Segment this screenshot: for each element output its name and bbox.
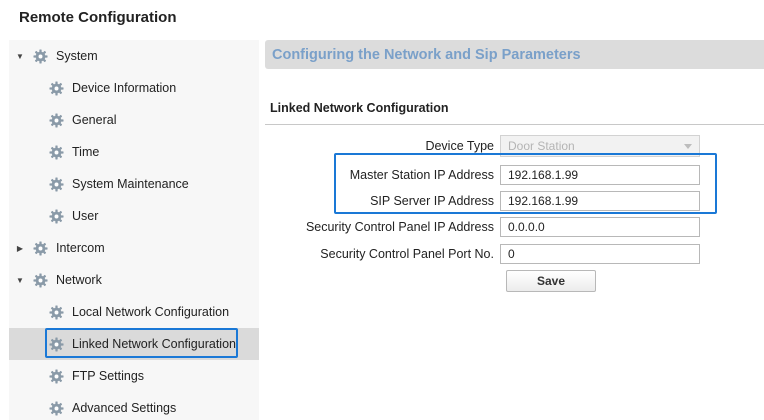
gear-icon [49,144,64,160]
sip-ip-input[interactable] [500,191,700,211]
master-ip-row: Master Station IP Address [270,164,710,186]
master-ip-label: Master Station IP Address [349,168,494,182]
gear-icon [49,80,64,96]
master-ip-input[interactable] [500,165,700,185]
sidebar-tree: ▼ System Device Information General Time… [9,40,259,420]
tree-node-label: Local Network Configuration [72,305,230,319]
page-title: Configuring the Network and Sip Paramete… [272,46,581,63]
gear-icon [49,304,64,320]
tree-node-label: Advanced Settings [72,401,177,415]
device-type-value: Door Station [508,139,575,153]
tree-node-system[interactable]: ▼ System [9,40,259,72]
triangle-down-icon[interactable]: ▼ [15,52,25,61]
gear-icon [49,176,64,192]
tree-node-linked-network-configuration[interactable]: Linked Network Configuration [9,328,259,360]
tree-node-ftp-settings[interactable]: FTP Settings [9,360,259,392]
tree-node-label: Time [72,145,100,159]
triangle-down-icon[interactable]: ▼ [15,276,25,285]
tree-node-time[interactable]: Time [9,136,259,168]
chevron-down-icon [684,143,692,149]
device-type-select[interactable]: Door Station [500,135,700,157]
tree-node-general[interactable]: General [9,104,259,136]
section-title: Linked Network Configuration [270,101,449,115]
device-type-row: Device Type Door Station [270,135,710,157]
tree-node-device-information[interactable]: Device Information [9,72,259,104]
security-ip-label: Security Control Panel IP Address [305,220,494,234]
gear-icon [49,112,64,128]
sip-ip-row: SIP Server IP Address [270,190,710,212]
security-ip-input[interactable] [500,217,700,237]
tree-node-label: FTP Settings [72,369,145,383]
tree-node-label: General [72,113,117,127]
tree-node-network[interactable]: ▼ Network [9,264,259,296]
tree-node-label: Network [56,273,102,287]
save-button[interactable]: Save [506,270,596,292]
security-port-label: Security Control Panel Port No. [320,247,494,261]
tree-node-label: System [56,49,98,63]
gear-icon [33,48,48,64]
tree-node-advanced-settings[interactable]: Advanced Settings [9,392,259,420]
triangle-right-icon[interactable]: ▶ [15,244,25,253]
page-header: Configuring the Network and Sip Paramete… [265,40,764,69]
tree-node-label: Linked Network Configuration [72,337,236,351]
section-divider [265,124,764,125]
tree-node-label: Intercom [56,241,105,255]
tree-node-label: User [72,209,99,223]
tree-node-local-network-configuration[interactable]: Local Network Configuration [9,296,259,328]
tree-node-system-maintenance[interactable]: System Maintenance [9,168,259,200]
gear-icon [49,336,64,352]
tree-node-label: Device Information [72,81,177,95]
gear-icon [49,368,64,384]
tree-node-user[interactable]: User [9,200,259,232]
security-ip-row: Security Control Panel IP Address [270,216,710,238]
app-title: Remote Configuration [19,9,177,26]
gear-icon [33,240,48,256]
security-port-input[interactable] [500,244,700,264]
gear-icon [33,272,48,288]
gear-icon [49,208,64,224]
tree-node-intercom[interactable]: ▶ Intercom [9,232,259,264]
security-port-row: Security Control Panel Port No. [270,243,710,265]
sip-ip-label: SIP Server IP Address [370,194,494,208]
gear-icon [49,400,64,416]
device-type-label: Device Type [425,139,494,153]
tree-node-label: System Maintenance [72,177,189,191]
